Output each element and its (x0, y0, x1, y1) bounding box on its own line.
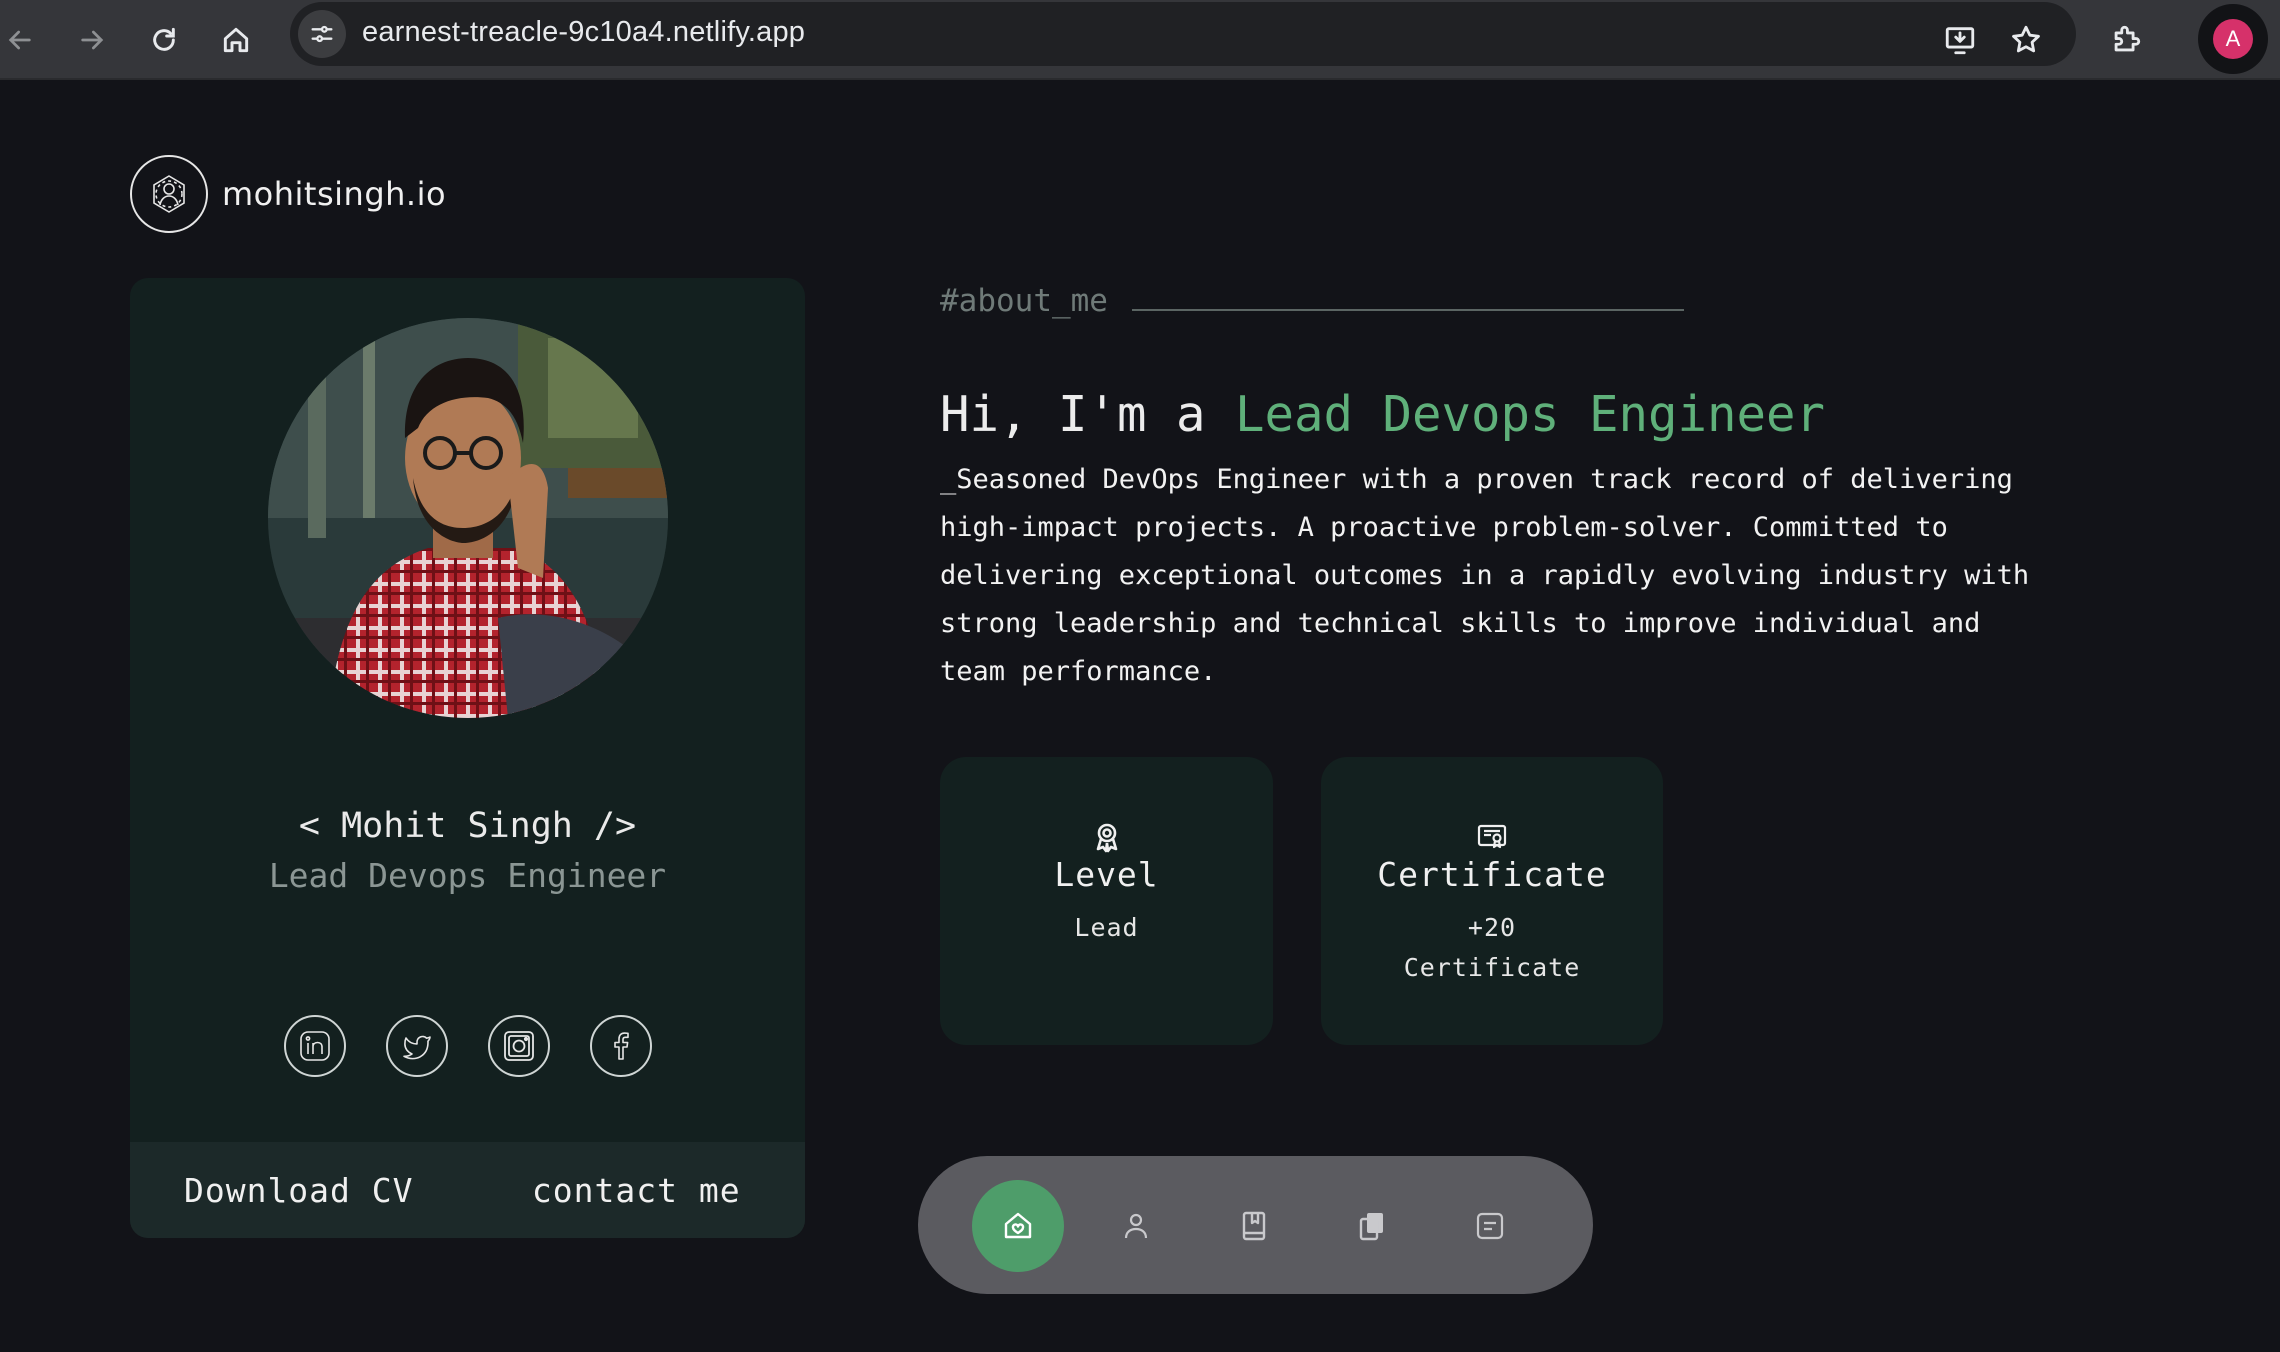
nav-portfolio[interactable] (1326, 1180, 1418, 1272)
extensions-button[interactable] (2098, 12, 2154, 68)
nav-home[interactable] (972, 1180, 1064, 1272)
tune-icon (311, 25, 333, 43)
linkedin-icon (299, 1031, 330, 1061)
headline-greeting: Hi, I'm a (940, 386, 1236, 443)
puzzle-icon (2114, 25, 2141, 52)
stat-title: Certificate (1377, 855, 1607, 894)
page-title: Hi, I'm a Lead Devops Engineer (940, 386, 1825, 443)
stat-value: Lead (1074, 913, 1139, 942)
forward-button[interactable] (64, 12, 120, 68)
headline-role: Lead Devops Engineer (1235, 386, 1826, 443)
site-info-button[interactable] (298, 10, 346, 58)
download-cv-button[interactable]: Download CV (130, 1142, 468, 1238)
nav-resume[interactable] (1208, 1180, 1300, 1272)
profile-card: < Mohit Singh /> Lead Devops Engineer Do… (130, 278, 805, 1238)
twitter-icon (402, 1035, 431, 1060)
bookmark-button[interactable] (1998, 12, 2054, 68)
instagram-icon (503, 1031, 534, 1061)
section-tag: #about_me (940, 283, 1108, 319)
bottom-nav (918, 1156, 1593, 1294)
instagram-link[interactable] (487, 1015, 550, 1077)
nav-contact[interactable] (1444, 1180, 1536, 1272)
logo-text: mohitsingh.io (222, 175, 447, 213)
back-button[interactable] (0, 12, 48, 68)
section-divider (1132, 309, 1684, 311)
book-icon (1242, 1211, 1266, 1241)
reload-button[interactable] (136, 12, 192, 68)
install-app-button[interactable] (1932, 12, 1988, 68)
profile-actions: Download CV contact me (130, 1142, 805, 1238)
profile-photo (268, 318, 668, 718)
url-text: earnest-treacle-9c10a4.netlify.app (362, 16, 806, 48)
site-logo[interactable]: mohitsingh.io (130, 155, 446, 233)
stat-card-level: Level Lead (940, 757, 1273, 1045)
copy-icon (1359, 1213, 1383, 1241)
user-icon (1124, 1213, 1148, 1239)
install-icon (1945, 27, 1975, 55)
reload-icon (153, 27, 175, 51)
address-bar[interactable]: earnest-treacle-9c10a4.netlify.app (290, 2, 2076, 66)
profile-name: < Mohit Singh /> (298, 806, 637, 846)
facebook-icon (613, 1032, 629, 1060)
browser-toolbar: earnest-treacle-9c10a4.netlify.app A (0, 0, 2280, 80)
linkedin-link[interactable] (283, 1015, 346, 1077)
stat-value: +20 Certificate (1403, 913, 1581, 982)
star-icon (2012, 25, 2040, 53)
facebook-link[interactable] (589, 1015, 652, 1077)
arrow-left-icon (8, 30, 31, 50)
arrow-right-icon (81, 30, 104, 50)
bio-text: _Seasoned DevOps Engineer with a proven … (940, 464, 2030, 687)
profile-button[interactable]: A (2198, 4, 2268, 74)
contact-me-button[interactable]: contact me (468, 1142, 806, 1238)
home-icon (1004, 1212, 1032, 1239)
avatar: A (2213, 19, 2253, 59)
logo-icon (130, 155, 208, 233)
message-icon (1476, 1212, 1504, 1240)
profile-role: Lead Devops Engineer (268, 856, 667, 895)
stat-title: Level (1054, 855, 1159, 894)
home-button[interactable] (208, 12, 264, 68)
home-icon (223, 27, 249, 53)
stat-card-certificate: Certificate +20 Certificate (1321, 757, 1663, 1045)
twitter-link[interactable] (385, 1015, 448, 1077)
nav-about[interactable] (1090, 1180, 1182, 1272)
award-icon (1091, 821, 1123, 853)
social-links (130, 1015, 805, 1077)
certificate-icon (1476, 821, 1508, 853)
